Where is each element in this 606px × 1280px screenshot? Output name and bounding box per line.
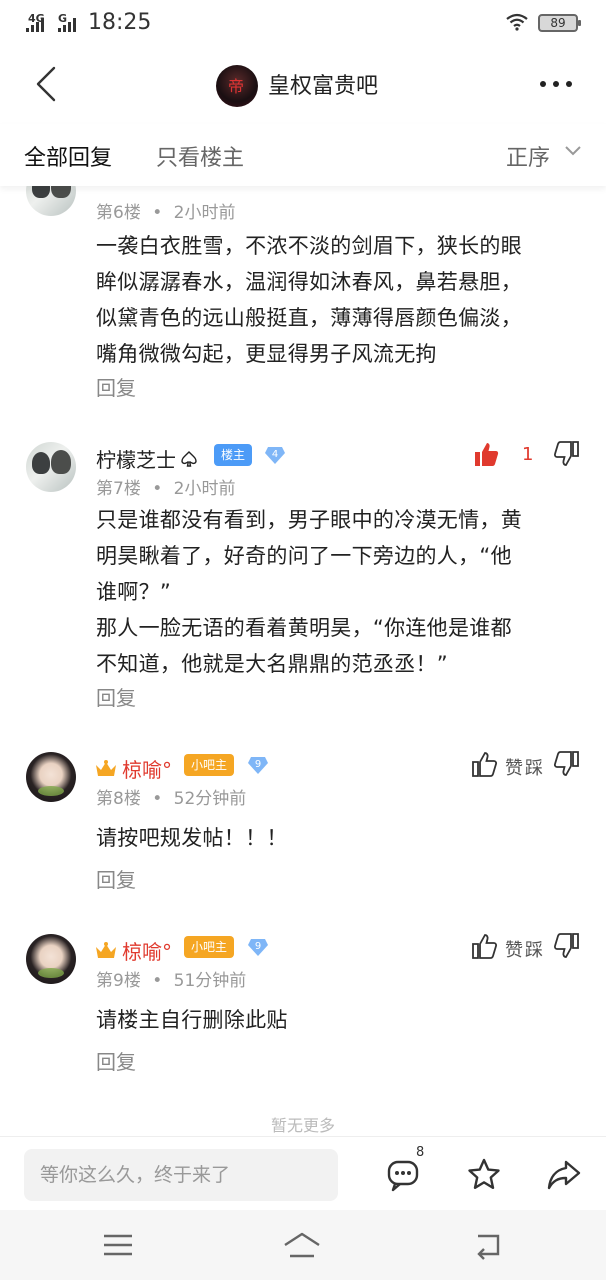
post-time: 2小时前	[173, 479, 236, 499]
reply-button[interactable]: 回复	[96, 682, 136, 711]
username[interactable]: 椋喻°	[94, 754, 172, 783]
forum-title[interactable]: 皇权富贵吧	[268, 68, 378, 100]
like-icon[interactable]	[472, 440, 500, 468]
comment-count-badge: 8	[416, 1145, 425, 1160]
dislike-label[interactable]: 踩	[525, 754, 543, 780]
spade-icon	[181, 450, 197, 467]
text-line: 不知道，他就是大名鼎鼎的范丞丞！”	[96, 652, 448, 676]
floor-number: 第7楼	[96, 479, 141, 499]
text-line: 眸似潺潺春水，温润得如沐春风，鼻若悬胆，	[96, 270, 522, 294]
reply-button[interactable]: 回复	[96, 864, 136, 893]
crown-icon	[96, 941, 116, 958]
avatar[interactable]	[26, 934, 76, 984]
wifi-icon	[506, 13, 528, 31]
tab-owner-only[interactable]: 只看楼主	[156, 140, 244, 172]
post-time: 52分钟前	[173, 789, 247, 809]
dislike-icon[interactable]	[553, 750, 581, 778]
comment-input[interactable]	[24, 1149, 338, 1201]
moderator-badge: 小吧主	[184, 754, 235, 776]
menu-icon[interactable]	[98, 1228, 138, 1262]
post-meta: 第8楼 • 52分钟前	[96, 789, 247, 809]
post-content: 请按吧规发帖！！！	[96, 820, 586, 856]
level-diamond-icon: 9	[248, 757, 268, 774]
text-line: 谁啊？”	[96, 580, 172, 604]
bottom-action-bar: 8	[0, 1136, 606, 1210]
svg-text:9: 9	[255, 759, 261, 770]
text-line: 请楼主自行删除此贴	[96, 1008, 288, 1032]
sort-order-selector[interactable]: 正序	[506, 140, 550, 172]
battery-icon: 89	[538, 14, 581, 32]
no-more-content-label: 暂无更多	[270, 1116, 335, 1135]
post-time: 2小时前	[173, 203, 236, 223]
text-line: 那人一脸无语的看着黄明昊，“你连他是谁都	[96, 616, 512, 640]
post-content: 一袭白衣胜雪，不浓不淡的剑眉下，狭长的眼 眸似潺潺春水，温润得如沐春风，鼻若悬胆…	[96, 228, 586, 372]
like-count: 1	[522, 444, 534, 465]
text-line: 一袭白衣胜雪，不浓不淡的剑眉下，狭长的眼	[96, 234, 522, 258]
dislike-label[interactable]: 踩	[525, 936, 543, 962]
avatar[interactable]	[26, 752, 76, 802]
text-line: 只是谁都没有看到，男子眼中的冷漠无情，黄	[96, 508, 522, 532]
floor-number: 第9楼	[96, 971, 141, 991]
username-text: 柠檬芝士	[96, 448, 176, 472]
owner-badge: 楼主	[214, 444, 253, 466]
like-icon[interactable]	[470, 932, 498, 960]
username[interactable]: 柠檬芝士	[96, 444, 198, 473]
back-nav-icon[interactable]	[468, 1228, 508, 1262]
level-diamond-icon: 9	[248, 939, 268, 956]
reply-button[interactable]: 回复	[96, 372, 136, 401]
home-icon[interactable]	[282, 1228, 322, 1262]
comment-icon[interactable]	[385, 1157, 421, 1193]
post-meta: 第9楼 • 51分钟前	[96, 971, 247, 991]
signal-strength-icon-1	[26, 18, 44, 32]
text-line: 明昊瞅着了，好奇的问了一下旁边的人，“他	[96, 544, 512, 568]
share-icon[interactable]	[546, 1157, 582, 1193]
moderator-badge: 小吧主	[184, 936, 235, 958]
dislike-icon[interactable]	[553, 932, 581, 960]
text-line: 请按吧规发帖！！！	[96, 826, 288, 850]
level-diamond-icon: 4	[265, 447, 285, 464]
floor-number: 第8楼	[96, 789, 141, 809]
text-line: 似黛青色的远山般挺直，薄薄得唇颜色偏淡，	[96, 306, 522, 330]
like-label[interactable]: 赞	[505, 754, 523, 780]
text-line: 嘴角微微勾起，更显得男子风流无拘	[96, 342, 437, 366]
system-navigation-bar	[0, 1210, 606, 1280]
post-meta: 第7楼 • 2小时前	[96, 479, 236, 499]
avatar[interactable]	[26, 442, 76, 492]
post-content: 请楼主自行删除此贴	[96, 1002, 586, 1038]
post-meta: 第6楼 • 2小时前	[96, 203, 236, 223]
tab-all-replies[interactable]: 全部回复	[24, 140, 112, 172]
svg-text:4: 4	[272, 449, 278, 460]
reply-filter-tabs: 全部回复 只看楼主 正序	[0, 124, 606, 186]
post-content: 只是谁都没有看到，男子眼中的冷漠无情，黄 明昊瞅着了，好奇的问了一下旁边的人，“…	[96, 502, 586, 682]
reply-button[interactable]: 回复	[96, 1046, 136, 1075]
username[interactable]: 椋喻°	[94, 936, 172, 965]
clock: 18:25	[88, 10, 152, 35]
chevron-down-icon[interactable]	[564, 144, 582, 158]
star-favorite-icon[interactable]	[466, 1157, 502, 1193]
dislike-icon[interactable]	[553, 440, 581, 468]
back-button[interactable]	[28, 64, 68, 104]
signal-strength-icon-2	[58, 18, 76, 32]
like-icon[interactable]	[470, 750, 498, 778]
username-text: 椋喻°	[122, 758, 172, 782]
svg-text:9: 9	[255, 941, 261, 952]
forum-header: 皇权富贵吧	[0, 48, 606, 124]
floor-number: 第6楼	[96, 203, 141, 223]
status-bar: 4G G 18:25 89	[0, 0, 606, 48]
more-options-icon[interactable]	[540, 76, 576, 92]
crown-icon	[96, 759, 116, 776]
forum-avatar[interactable]	[216, 65, 258, 107]
like-label[interactable]: 赞	[505, 936, 523, 962]
username-text: 椋喻°	[122, 940, 172, 964]
post-time: 51分钟前	[173, 971, 247, 991]
